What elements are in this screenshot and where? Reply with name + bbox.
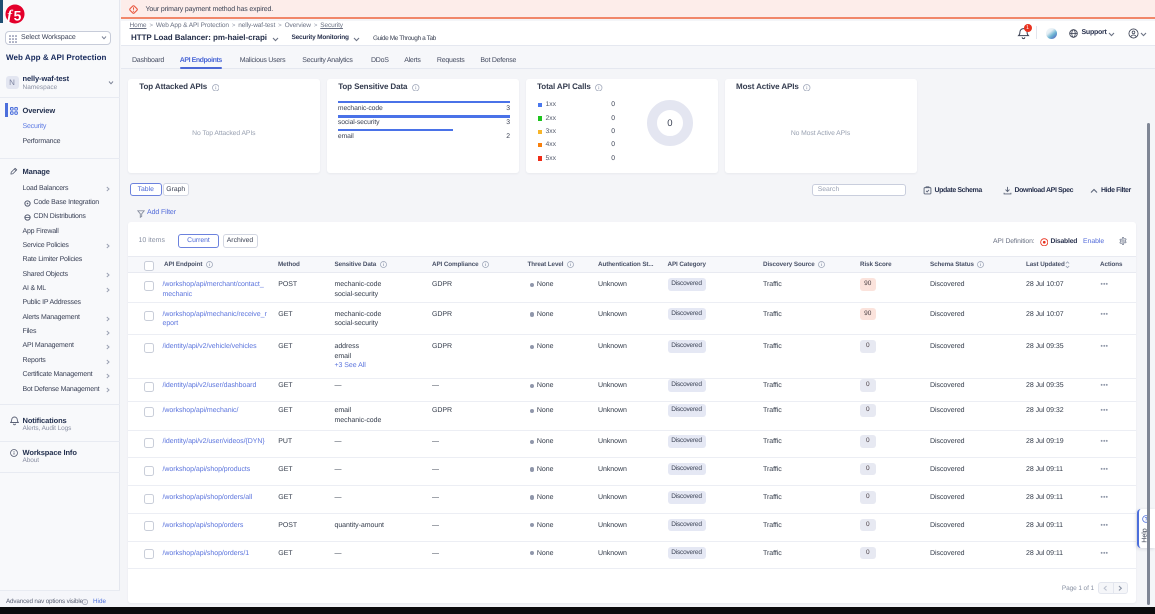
svg-text:5: 5 (13, 9, 21, 24)
